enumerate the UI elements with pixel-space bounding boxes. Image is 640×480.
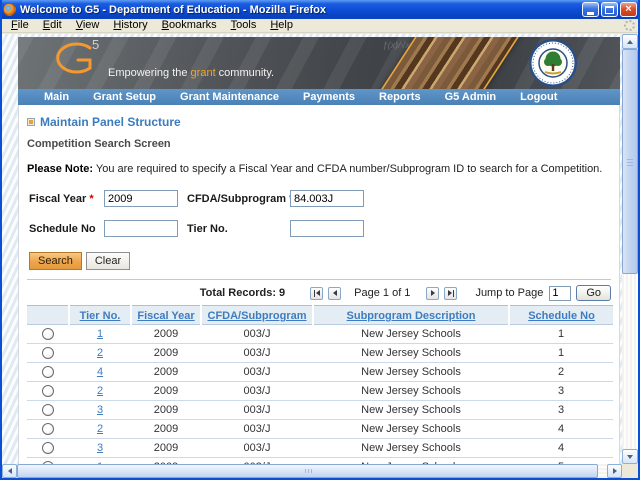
horizontal-scrollbar — [2, 464, 622, 478]
next-page-button[interactable] — [426, 286, 440, 300]
tier-link[interactable]: 3 — [97, 404, 103, 416]
nav-item-payments[interactable]: Payments — [291, 89, 367, 105]
results-table: Tier No. Fiscal Year CFDA/Subprogram Sub… — [27, 305, 613, 464]
row-radio[interactable] — [42, 328, 54, 341]
window-title: Welcome to G5 - Department of Education … — [20, 3, 326, 16]
maintain-panel-structure-link[interactable]: Maintain Panel Structure — [40, 115, 181, 129]
table-header-row: Tier No. Fiscal Year CFDA/Subprogram Sub… — [27, 305, 613, 325]
table-row: 2 2009 003/J New Jersey Schools 1 — [27, 343, 613, 363]
sort-schedule-no[interactable]: Schedule No — [528, 310, 595, 322]
search-button[interactable]: Search — [29, 252, 82, 270]
total-records: Total Records: 9 — [199, 287, 286, 299]
g5-banner: 5 ƒ(x)/√x ∫ Empowering the grant communi… — [18, 37, 620, 89]
vertical-scrollbar — [622, 34, 638, 478]
scroll-left-button[interactable] — [2, 464, 17, 478]
last-page-button[interactable] — [444, 286, 458, 300]
page-indicator: Page 1 of 1 — [354, 287, 411, 299]
row-radio[interactable] — [42, 442, 54, 455]
menu-help[interactable]: Help — [263, 19, 300, 32]
menu-view[interactable]: View — [69, 19, 107, 32]
menu-file[interactable]: File — [4, 19, 36, 32]
panel-bullet-icon — [27, 118, 35, 126]
search-form: Fiscal Year * CFDA/Subprogram * Schedule… — [27, 190, 611, 237]
table-row: 3 2009 003/J New Jersey Schools 4 — [27, 438, 613, 458]
nav-item-grant-setup[interactable]: Grant Setup — [81, 89, 168, 105]
g5-logo-five: 5 — [92, 37, 100, 52]
row-radio[interactable] — [42, 347, 54, 360]
tier-link[interactable]: 3 — [97, 442, 103, 454]
menu-bookmarks[interactable]: Bookmarks — [155, 19, 224, 32]
main-nav: Main Grant Setup Grant Maintenance Payments… — [18, 89, 620, 105]
nav-item-main[interactable]: Main — [32, 89, 81, 105]
sort-tier-no[interactable]: Tier No. — [80, 310, 121, 322]
schedule-no-input[interactable] — [104, 220, 178, 237]
fiscal-year-input[interactable] — [104, 190, 178, 207]
radio-column-header — [27, 305, 69, 325]
required-asterisk: * — [89, 192, 94, 205]
sort-cfda-subprogram[interactable]: CFDA/Subprogram — [208, 310, 307, 322]
fiscal-year-label: Fiscal Year * — [29, 192, 94, 205]
go-button[interactable]: Go — [576, 285, 611, 301]
minimize-button[interactable] — [582, 2, 599, 17]
nav-item-reports[interactable]: Reports — [367, 89, 433, 105]
row-radio[interactable] — [42, 404, 54, 417]
menu-history[interactable]: History — [106, 19, 154, 32]
tier-link[interactable]: 2 — [97, 347, 103, 359]
menu-bar: File Edit View History Bookmarks Tools Help — [2, 19, 638, 33]
first-page-button[interactable] — [310, 286, 324, 300]
tier-link[interactable]: 2 — [97, 423, 103, 435]
row-radio[interactable] — [42, 385, 54, 398]
schedule-no-label: Schedule No — [29, 222, 96, 235]
jump-to-page-input[interactable] — [549, 285, 572, 301]
tier-no-input[interactable] — [290, 220, 364, 237]
pagination-bar: Total Records: 9 Page 1 of 1 Jump to Pag… — [27, 285, 611, 301]
divider — [27, 279, 611, 280]
banner-tagline: Empowering the grant community. — [108, 67, 275, 79]
nav-item-logout[interactable]: Logout — [508, 89, 569, 105]
education-seal-icon — [528, 38, 578, 89]
browser-window: Welcome to G5 - Department of Education … — [0, 0, 640, 480]
please-note-text: Please Note: You are required to specify… — [27, 163, 603, 175]
menu-tools[interactable]: Tools — [224, 19, 264, 32]
vertical-scroll-thumb[interactable] — [622, 49, 638, 274]
scroll-up-button[interactable] — [622, 34, 638, 49]
clear-button[interactable]: Clear — [85, 252, 131, 270]
table-row: 1 2009 003/J New Jersey Schools 1 — [27, 324, 613, 344]
tier-link[interactable]: 4 — [97, 366, 103, 378]
prev-page-button[interactable] — [328, 286, 342, 300]
cfda-input[interactable] — [290, 190, 364, 207]
pagination-top: Total Records: 9 Page 1 of 1 Jump to Pag… — [27, 285, 611, 301]
scroll-down-button[interactable] — [622, 449, 638, 464]
close-button[interactable]: × — [620, 2, 637, 17]
scrollbar-corner — [622, 464, 638, 478]
scroll-right-button[interactable] — [607, 464, 622, 478]
sort-fiscal-year[interactable]: Fiscal Year — [137, 310, 194, 322]
table-row: 2 2009 003/J New Jersey Schools 3 — [27, 381, 613, 401]
row-radio[interactable] — [42, 423, 54, 436]
title-bar: Welcome to G5 - Department of Education … — [2, 0, 638, 19]
page-viewport: 5 ƒ(x)/√x ∫ Empowering the grant communi… — [2, 34, 622, 464]
jump-to-page-label: Jump to Page — [475, 287, 544, 299]
cfda-label: CFDA/Subprogram * — [187, 193, 293, 205]
throbber-icon — [624, 20, 635, 31]
nav-item-g5-admin[interactable]: G5 Admin — [433, 89, 509, 105]
content-panel: Maintain Panel Structure Competition Sea… — [18, 105, 620, 464]
menu-bar-items: File Edit View History Bookmarks Tools Help — [4, 19, 300, 32]
g5-logo-icon — [46, 39, 96, 84]
tier-link[interactable]: 2 — [97, 385, 103, 397]
table-row: 2 2009 003/J New Jersey Schools 4 — [27, 419, 613, 439]
nav-item-grant-maintenance[interactable]: Grant Maintenance — [168, 89, 291, 105]
table-row: 3 2009 003/J New Jersey Schools 3 — [27, 400, 613, 420]
tier-no-label: Tier No. — [187, 222, 228, 235]
tier-link[interactable]: 1 — [97, 328, 103, 340]
menu-edit[interactable]: Edit — [36, 19, 69, 32]
sort-subprogram-description[interactable]: Subprogram Description — [347, 310, 476, 322]
table-row: 4 2009 003/J New Jersey Schools 2 — [27, 362, 613, 382]
page-title: Competition Search Screen — [27, 138, 171, 150]
row-radio[interactable] — [42, 366, 54, 379]
horizontal-scroll-thumb[interactable] — [17, 464, 598, 478]
firefox-icon — [3, 3, 16, 16]
restore-button[interactable] — [601, 2, 618, 17]
